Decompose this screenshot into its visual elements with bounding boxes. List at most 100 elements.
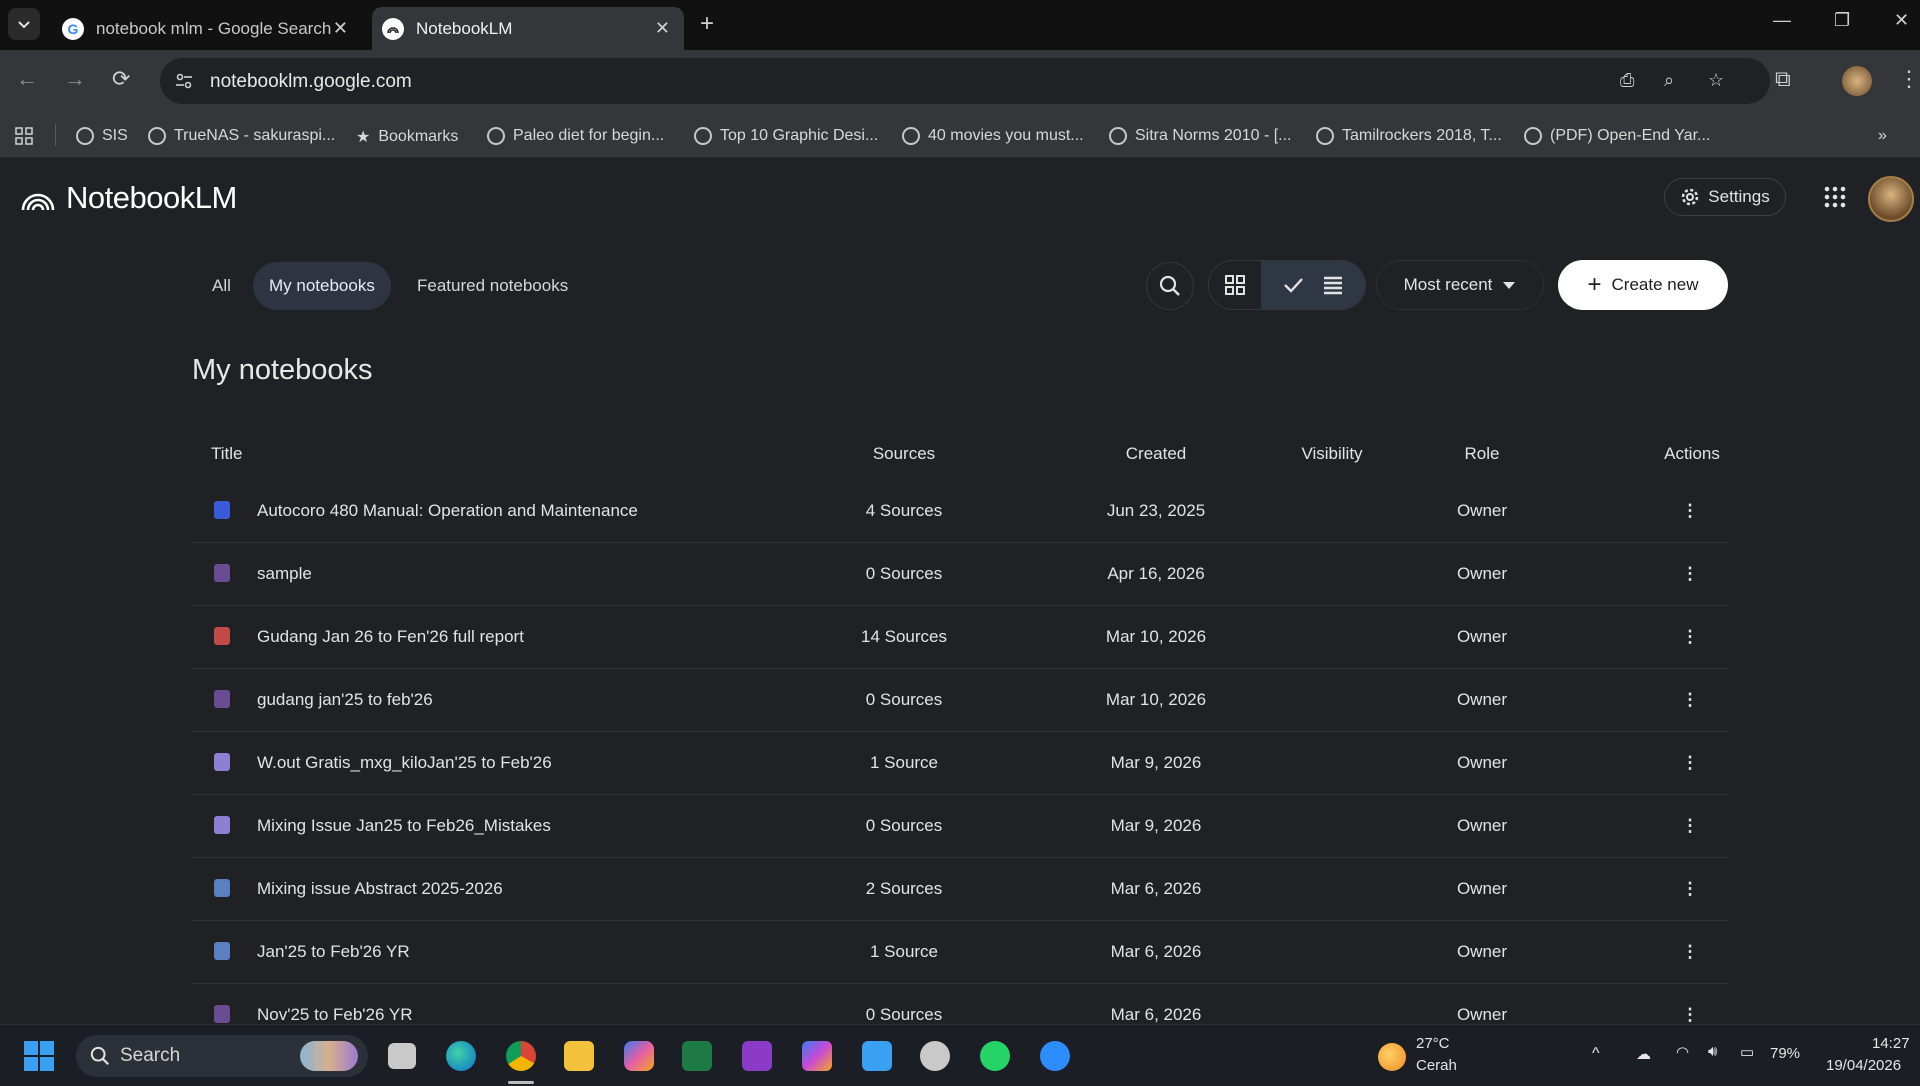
notebook-role: Owner bbox=[1456, 564, 1508, 583]
search-button[interactable] bbox=[1146, 262, 1194, 310]
table-row[interactable]: Gudang Jan 26 to Fen'26 full report 14 So… bbox=[192, 606, 1728, 669]
more-actions-icon[interactable]: ⋮ bbox=[1680, 816, 1700, 836]
bookmark-star-icon[interactable]: ☆ bbox=[1708, 70, 1724, 91]
store-icon[interactable] bbox=[862, 1041, 892, 1071]
more-actions-icon[interactable]: ⋮ bbox=[1680, 1005, 1700, 1024]
taskbar-search[interactable]: Search bbox=[76, 1035, 368, 1077]
table-row[interactable]: Autocoro 480 Manual: Operation and Maint… bbox=[192, 480, 1728, 543]
notebook-created: Mar 9, 2026 bbox=[1110, 753, 1202, 772]
bookmark-item[interactable]: ★ Bookmarks bbox=[356, 127, 458, 147]
file-explorer-icon[interactable] bbox=[564, 1041, 594, 1071]
column-header-visibility[interactable]: Visibility bbox=[1262, 444, 1402, 464]
bookmark-item[interactable]: Tamilrockers 2018, T... bbox=[1316, 127, 1502, 145]
close-window-icon[interactable]: ✕ bbox=[1894, 10, 1909, 31]
bookmark-item[interactable]: Sitra Norms 2010 - [... bbox=[1109, 127, 1292, 145]
tab-search-button[interactable] bbox=[8, 8, 40, 40]
restore-icon[interactable]: ❐ bbox=[1834, 10, 1850, 31]
onenote-icon[interactable] bbox=[742, 1041, 772, 1071]
new-tab-icon[interactable]: + bbox=[700, 10, 714, 38]
table-row[interactable]: gudang jan'25 to feb'26 0 Sources Mar 10, … bbox=[192, 669, 1728, 732]
more-actions-icon[interactable]: ⋮ bbox=[1680, 627, 1700, 647]
zoom-icon[interactable]: ⌕ bbox=[1664, 70, 1674, 91]
clock-date[interactable]: 19/04/2026 bbox=[1826, 1057, 1901, 1074]
bookmark-item[interactable]: TrueNAS - sakuraspi... bbox=[148, 127, 335, 145]
notebook-title: Nov'25 to Feb'26 YR bbox=[257, 1005, 413, 1024]
bookmark-item[interactable]: Top 10 Graphic Desi... bbox=[694, 127, 878, 145]
whatsapp-icon[interactable] bbox=[980, 1041, 1010, 1071]
table-row[interactable]: Jan'25 to Feb'26 YR 1 Source Mar 6, 2026 Ow… bbox=[192, 921, 1728, 984]
wifi-icon[interactable]: ◠ bbox=[1676, 1043, 1689, 1061]
column-header-created[interactable]: Created bbox=[1096, 444, 1216, 464]
profile-avatar[interactable] bbox=[1842, 66, 1872, 96]
table-row[interactable]: Nov'25 to Feb'26 YR 0 Sources Mar 6, 2026 O… bbox=[192, 984, 1728, 1024]
notebook-emoji-icon bbox=[214, 816, 230, 834]
volume-icon[interactable]: 🔊︎ bbox=[1708, 1043, 1717, 1060]
google-apps-icon[interactable] bbox=[1824, 186, 1846, 208]
close-tab-icon[interactable]: ✕ bbox=[333, 18, 348, 39]
more-actions-icon[interactable]: ⋮ bbox=[1680, 753, 1700, 773]
search-highlight-icon bbox=[300, 1041, 358, 1071]
table-row[interactable]: Mixing Issue Jan25 to Feb26_Mistakes 0 So… bbox=[192, 795, 1728, 858]
column-header-title[interactable]: Title bbox=[211, 444, 243, 464]
bookmark-item[interactable]: Paleo diet for begin... bbox=[487, 127, 664, 145]
more-actions-icon[interactable]: ⋮ bbox=[1680, 501, 1700, 521]
app-logo[interactable]: NotebookLM bbox=[20, 180, 237, 216]
chevron-up-icon[interactable]: ^ bbox=[1592, 1045, 1600, 1063]
close-tab-icon[interactable]: ✕ bbox=[655, 18, 670, 39]
back-icon[interactable]: ← bbox=[16, 66, 38, 92]
table-row[interactable]: Mixing issue Abstract 2025-2026 2 Sources… bbox=[192, 858, 1728, 921]
apps-grid-icon[interactable] bbox=[14, 126, 34, 146]
clock-time[interactable]: 14:27 bbox=[1872, 1035, 1910, 1052]
onedrive-icon[interactable]: ☁ bbox=[1636, 1045, 1651, 1063]
globe-icon bbox=[1109, 127, 1127, 145]
column-header-sources[interactable]: Sources bbox=[829, 444, 979, 464]
create-new-button[interactable]: + Create new bbox=[1558, 260, 1728, 310]
copilot-icon[interactable] bbox=[624, 1041, 654, 1071]
battery-icon[interactable]: ▭ bbox=[1740, 1043, 1754, 1061]
edge-icon[interactable] bbox=[446, 1041, 476, 1071]
bookmark-item[interactable]: SIS bbox=[76, 127, 128, 145]
more-actions-icon[interactable]: ⋮ bbox=[1680, 942, 1700, 962]
browser-tab-notebooklm[interactable]: NotebookLM ✕ bbox=[372, 7, 684, 50]
excel-icon[interactable] bbox=[682, 1041, 712, 1071]
settings-app-icon[interactable] bbox=[920, 1041, 950, 1071]
active-app-indicator bbox=[508, 1081, 534, 1084]
table-row[interactable]: W.out Gratis_mxg_kiloJan'25 to Feb'26 1 S… bbox=[192, 732, 1728, 795]
filter-featured-notebooks[interactable]: Featured notebooks bbox=[401, 262, 584, 310]
list-view-button[interactable] bbox=[1261, 261, 1365, 309]
table-row[interactable]: sample 0 Sources Apr 16, 2026 Owner ⋮ bbox=[192, 543, 1728, 606]
windows-start-icon[interactable] bbox=[24, 1041, 54, 1071]
bookmark-item[interactable]: (PDF) Open-End Yar... bbox=[1524, 127, 1710, 145]
more-bookmarks-icon[interactable]: » bbox=[1878, 127, 1887, 145]
more-actions-icon[interactable]: ⋮ bbox=[1680, 690, 1700, 710]
site-info-icon[interactable] bbox=[174, 71, 194, 91]
bookmark-item[interactable]: 40 movies you must... bbox=[902, 127, 1084, 145]
more-actions-icon[interactable]: ⋮ bbox=[1680, 879, 1700, 899]
forward-icon[interactable]: → bbox=[64, 66, 86, 92]
browser-tab-google-search[interactable]: G notebook mlm - Google Search ✕ bbox=[52, 7, 362, 50]
settings-button[interactable]: Settings bbox=[1664, 178, 1786, 216]
sort-dropdown[interactable]: Most recent bbox=[1376, 260, 1544, 310]
grid-view-button[interactable] bbox=[1209, 261, 1261, 309]
task-view-icon[interactable] bbox=[388, 1043, 416, 1069]
microsoft-365-icon[interactable] bbox=[802, 1041, 832, 1071]
minimize-icon[interactable]: — bbox=[1773, 10, 1791, 31]
zoom-app-icon[interactable] bbox=[1040, 1041, 1070, 1071]
address-bar[interactable]: notebooklm.google.com ⎙ ⌕ ☆ bbox=[160, 58, 1770, 104]
bookmarks-bar: SIS TrueNAS - sakuraspi... ★ Bookmarks Pa… bbox=[0, 114, 1920, 158]
notebook-role: Owner bbox=[1456, 879, 1508, 898]
more-actions-icon[interactable]: ⋮ bbox=[1680, 564, 1700, 584]
column-header-role[interactable]: Role bbox=[1432, 444, 1532, 464]
weather-icon[interactable] bbox=[1378, 1043, 1406, 1071]
browser-menu-icon[interactable]: ⋮ bbox=[1898, 66, 1920, 92]
reload-icon[interactable]: ⟳ bbox=[112, 66, 130, 92]
globe-icon bbox=[1524, 127, 1542, 145]
filter-my-notebooks[interactable]: My notebooks bbox=[253, 262, 391, 310]
account-avatar[interactable] bbox=[1868, 176, 1914, 222]
notebook-sources: 14 Sources bbox=[861, 627, 947, 646]
install-app-icon[interactable]: ⎙ bbox=[1620, 70, 1634, 91]
extensions-icon[interactable]: ⧉ bbox=[1775, 66, 1791, 92]
chrome-icon[interactable] bbox=[506, 1041, 536, 1071]
notebook-sources: 0 Sources bbox=[865, 564, 943, 583]
filter-all[interactable]: All bbox=[196, 262, 247, 310]
